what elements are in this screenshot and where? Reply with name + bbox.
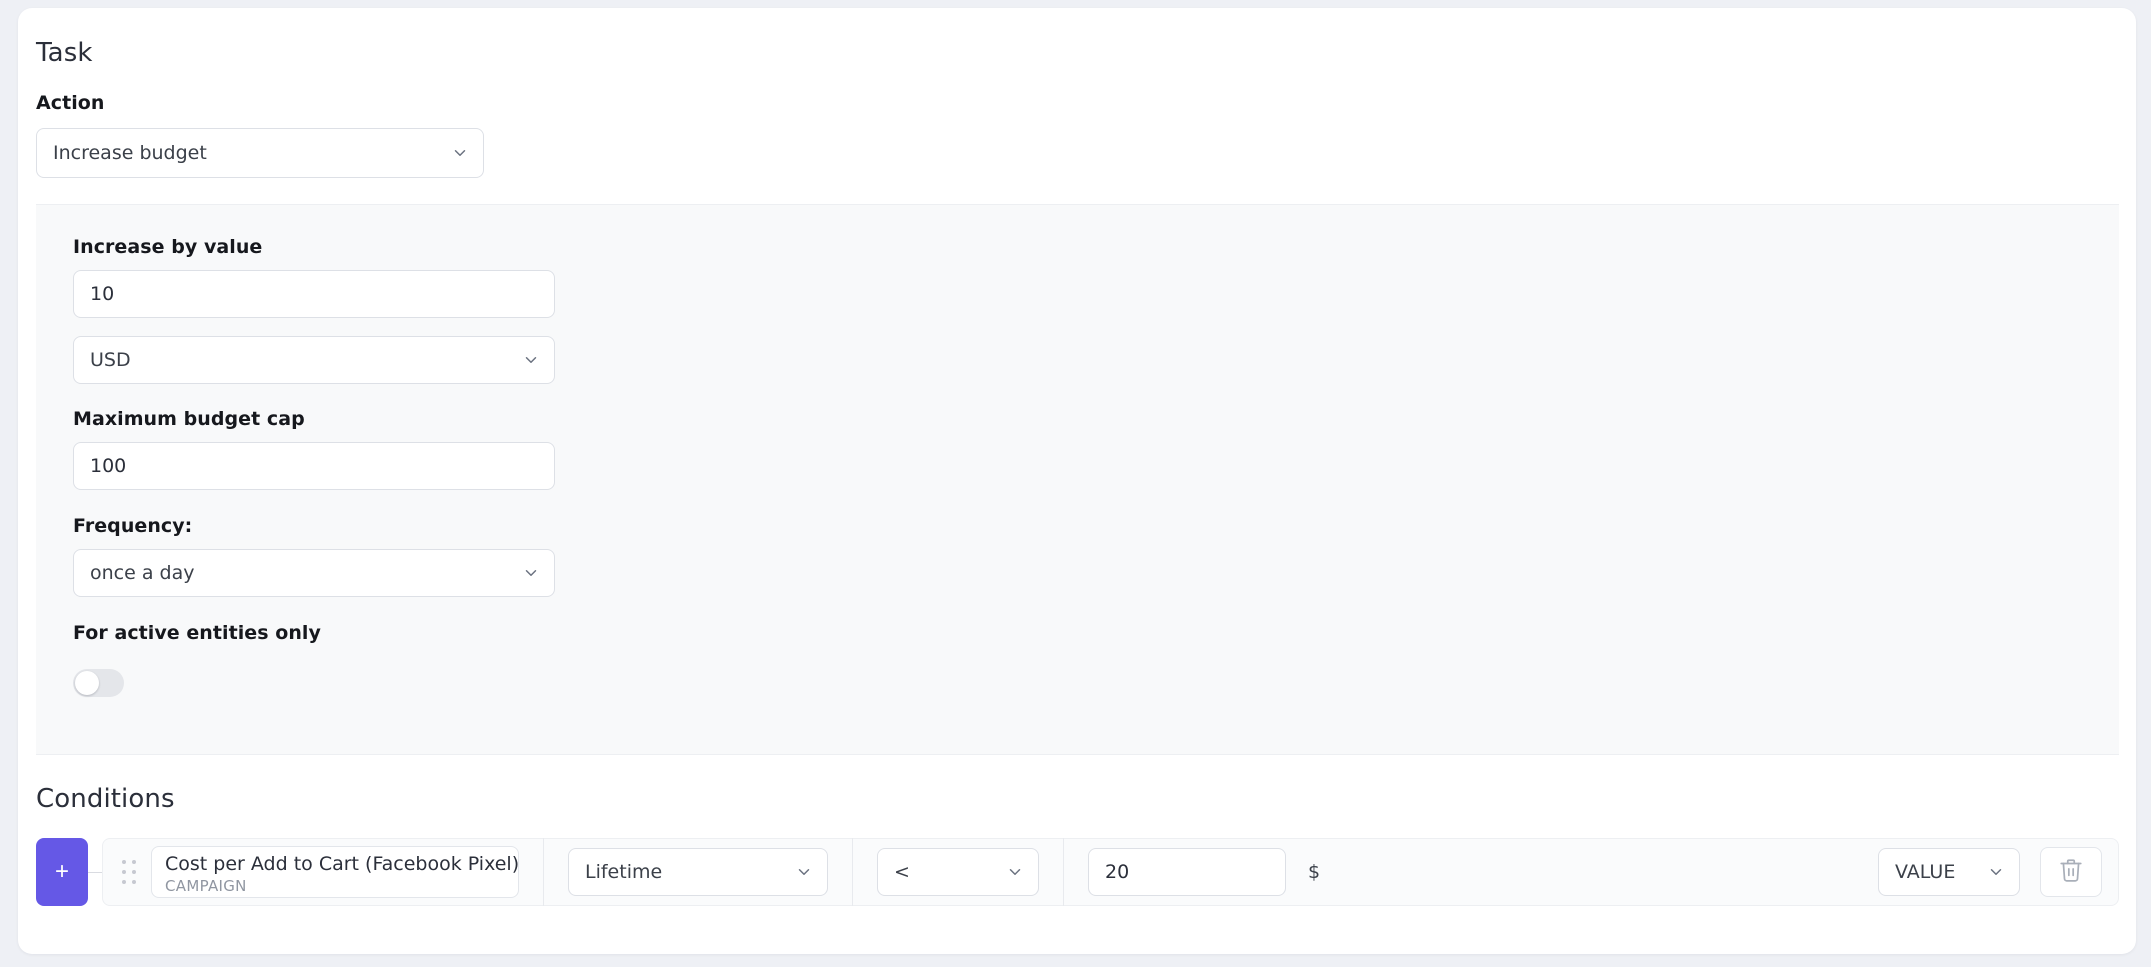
- condition-metric-select[interactable]: Cost per Add to Cart (Facebook Pixel) CA…: [151, 846, 519, 898]
- action-select-value: Increase budget: [53, 143, 207, 163]
- condition-operator-cell: <: [853, 848, 1039, 896]
- frequency-select[interactable]: once a day: [73, 549, 555, 597]
- maximum-budget-cap-label: Maximum budget cap: [73, 408, 305, 430]
- active-entities-label: For active entities only: [73, 622, 321, 644]
- currency-select[interactable]: USD: [73, 336, 555, 384]
- chevron-down-icon: [1006, 863, 1024, 881]
- condition-connector-line: [88, 838, 102, 906]
- increase-by-value-label: Increase by value: [73, 236, 263, 258]
- condition-metric-name: Cost per Add to Cart (Facebook Pixel): [165, 853, 520, 876]
- condition-row: + Cost per Add to Cart (Facebook Pixel) …: [36, 838, 2119, 906]
- condition-metric-level: CAMPAIGN: [165, 876, 247, 895]
- chevron-down-icon: [795, 863, 813, 881]
- toggle-knob: [75, 671, 99, 695]
- chevron-down-icon: [451, 144, 469, 162]
- currency-select-value: USD: [90, 350, 131, 370]
- rule-editor-card: Task Action Increase budget Increase by …: [18, 8, 2136, 954]
- condition-value-unit: $: [1308, 861, 1321, 883]
- condition-value-cell: 20 $: [1064, 848, 1320, 896]
- action-label: Action: [36, 92, 105, 114]
- drag-handle-icon[interactable]: [115, 852, 143, 892]
- condition-value-text: 20: [1105, 862, 1130, 882]
- condition-value-type-value: VALUE: [1895, 862, 1956, 882]
- add-condition-button[interactable]: +: [36, 838, 88, 906]
- active-entities-toggle[interactable]: [73, 669, 124, 697]
- condition-period-cell: Lifetime: [544, 848, 828, 896]
- frequency-select-value: once a day: [90, 563, 195, 583]
- frequency-label: Frequency:: [73, 515, 193, 537]
- chevron-down-icon: [522, 351, 540, 369]
- condition-period-select[interactable]: Lifetime: [568, 848, 828, 896]
- condition-period-value: Lifetime: [585, 862, 663, 882]
- increase-by-value-input[interactable]: 10: [73, 270, 555, 318]
- task-title: Task: [36, 38, 93, 68]
- chevron-down-icon: [1987, 863, 2005, 881]
- action-select[interactable]: Increase budget: [36, 128, 484, 178]
- condition-operator-select[interactable]: <: [877, 848, 1039, 896]
- maximum-budget-cap-input[interactable]: 100: [73, 442, 555, 490]
- increase-by-value-text: 10: [90, 284, 115, 304]
- chevron-down-icon: [522, 564, 540, 582]
- trash-icon: [2058, 857, 2084, 887]
- maximum-budget-cap-text: 100: [90, 456, 127, 476]
- delete-condition-button[interactable]: [2040, 847, 2102, 897]
- condition-fields-container: Cost per Add to Cart (Facebook Pixel) CA…: [102, 838, 2119, 906]
- condition-value-type-select[interactable]: VALUE: [1878, 848, 2020, 896]
- conditions-title: Conditions: [36, 784, 175, 814]
- app-root: Task Action Increase budget Increase by …: [0, 0, 2151, 967]
- task-section-header: Task Action: [36, 38, 2116, 114]
- condition-value-input[interactable]: 20: [1088, 848, 1286, 896]
- condition-operator-value: <: [894, 862, 910, 882]
